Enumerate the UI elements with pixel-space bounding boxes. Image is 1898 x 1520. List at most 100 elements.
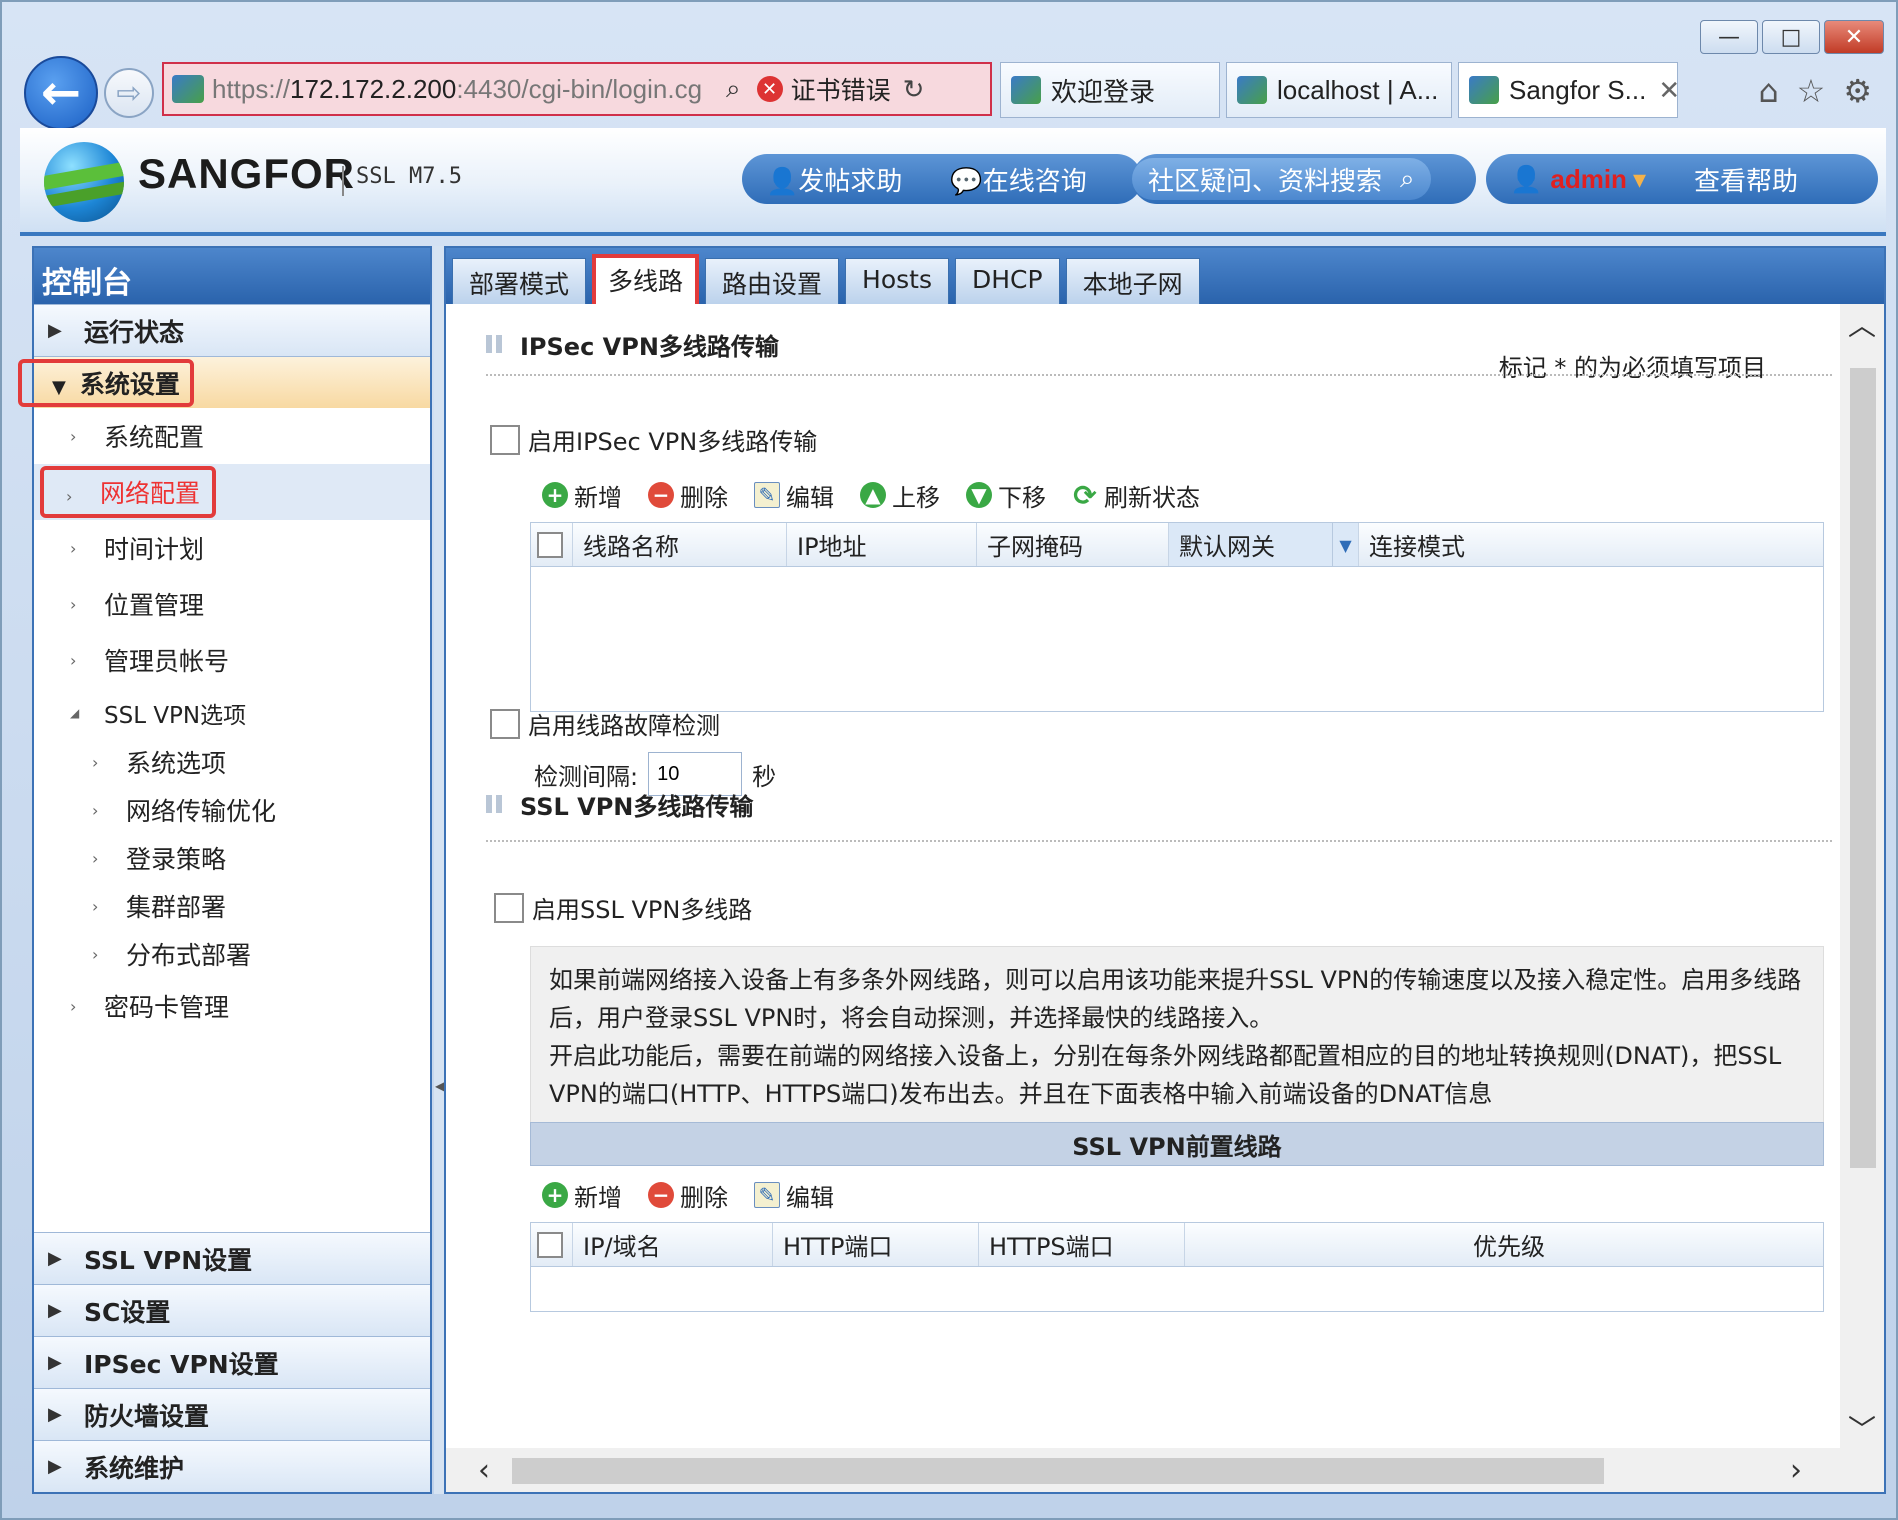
sidebar-item-distributed-deploy[interactable]: › 分布式部署 (34, 930, 430, 978)
horizontal-scrollbar[interactable]: ‹ › (446, 1448, 1884, 1492)
column-header-https-port[interactable]: HTTPS端口 (979, 1223, 1185, 1266)
scroll-thumb[interactable] (512, 1458, 1604, 1484)
browser-tab-localhost[interactable]: localhost | A... (1226, 62, 1452, 118)
search-icon[interactable]: ⌕ (726, 73, 741, 105)
column-menu-dropdown-icon[interactable]: ▼ (1332, 523, 1358, 566)
browser-right-icons: ⌂ ☆ ⚙ (1758, 72, 1872, 110)
ipsec-enable-checkbox[interactable] (490, 424, 520, 455)
move-up-button[interactable]: ▲ 上移 (860, 478, 940, 513)
edit-button[interactable]: ✎ 编辑 (754, 478, 834, 513)
refresh-status-button[interactable]: ⟳ 刷新状态 (1072, 478, 1200, 513)
sidebar-item-time-schedule[interactable]: › 时间计划 (34, 520, 430, 576)
edit-button[interactable]: ✎ 编辑 (754, 1178, 834, 1213)
close-button[interactable]: ✕ (1824, 20, 1884, 54)
tab-label: localhost | A... (1277, 74, 1439, 105)
sidebar-item-password-card[interactable]: › 密码卡管理 (34, 978, 430, 1034)
tab-dhcp[interactable]: DHCP (955, 258, 1060, 304)
config-tabs: 部署模式 多线路 路由设置 Hosts DHCP 本地子网 (446, 248, 1884, 304)
main-panel: 部署模式 多线路 路由设置 Hosts DHCP 本地子网 IPSec VPN多… (444, 246, 1886, 1494)
sidebar-group-system-settings[interactable]: ▼ 系统设置 (18, 356, 430, 408)
column-header-connect-mode[interactable]: 连接模式 (1359, 523, 1823, 566)
chevron-right-icon: ▶ (48, 1404, 62, 1425)
column-header-gateway[interactable]: 默认网关 ▼ (1169, 523, 1359, 566)
address-bar[interactable]: https://172.172.2.200:4430/cgi-bin/login… (162, 62, 992, 116)
scroll-thumb[interactable] (1850, 368, 1876, 1168)
edit-icon: ✎ (754, 1182, 780, 1208)
tab-hosts[interactable]: Hosts (845, 258, 949, 304)
sidebar-group-firewall[interactable]: ▶ 防火墙设置 (34, 1388, 430, 1440)
tab-local-subnet[interactable]: 本地子网 (1065, 258, 1200, 304)
tab-close-icon[interactable]: ✕ (1658, 75, 1677, 106)
settings-gear-icon[interactable]: ⚙ (1843, 72, 1872, 110)
tab-route-settings[interactable]: 路由设置 (705, 258, 840, 304)
scroll-left-icon[interactable]: ‹ (462, 1448, 506, 1492)
delete-button[interactable]: − 删除 (648, 1178, 728, 1213)
column-header-ip-domain[interactable]: IP/域名 (573, 1223, 773, 1266)
add-button[interactable]: + 新增 (542, 1178, 622, 1213)
sidebar-item-net-transfer-opt[interactable]: › 网络传输优化 (34, 786, 430, 834)
chevron-right-icon: › (92, 848, 99, 868)
online-consult-link[interactable]: 💬在线咨询 (926, 161, 1110, 198)
community-search[interactable]: 社区疑问、资料搜索 ⌕ (1132, 158, 1431, 200)
tab-deploy-mode[interactable]: 部署模式 (452, 258, 587, 304)
chevron-right-icon: › (66, 487, 73, 506)
panel-splitter[interactable]: ◀ (434, 246, 447, 1494)
sangfor-logo-icon (44, 142, 124, 222)
sidebar-group-maintenance[interactable]: ▶ 系统维护 (34, 1440, 430, 1492)
favorites-star-icon[interactable]: ☆ (1797, 72, 1826, 110)
scroll-right-icon[interactable]: › (1774, 1448, 1818, 1492)
ssl-multiline-checkbox[interactable] (494, 892, 524, 923)
chevron-right-icon: › (70, 426, 77, 446)
sidebar-group-sc[interactable]: ▶ SC设置 (34, 1284, 430, 1336)
tab-multi-line[interactable]: 多线路 (592, 254, 700, 304)
minimize-button[interactable]: — (1700, 20, 1758, 54)
sidebar-item-cluster-deploy[interactable]: › 集群部署 (34, 882, 430, 930)
sidebar-item-location-mgmt[interactable]: › 位置管理 (34, 576, 430, 632)
sidebar-item-admin-accounts[interactable]: › 管理员帐号 (34, 632, 430, 688)
delete-button[interactable]: − 删除 (648, 478, 728, 513)
chevron-right-icon: ▶ (48, 1456, 62, 1477)
maximize-button[interactable]: □ (1762, 20, 1820, 54)
scroll-up-icon[interactable]: ︿ (1840, 304, 1884, 344)
sidebar-group-run-status[interactable]: ▶ 运行状态 (34, 304, 430, 356)
refresh-icon[interactable]: ↻ (903, 74, 925, 105)
sidebar-item-network-config[interactable]: › 网络配置 (34, 464, 430, 520)
vertical-scrollbar[interactable]: ︿ ﹀ (1840, 304, 1884, 1448)
fault-detect-checkbox[interactable] (490, 708, 520, 739)
sidebar-group-ssl-vpn[interactable]: ▶ SSL VPN设置 (34, 1232, 430, 1284)
sidebar-item-system-options[interactable]: › 系统选项 (34, 738, 430, 786)
back-button[interactable]: ← (24, 56, 98, 130)
frontline-table: IP/域名 HTTP端口 HTTPS端口 优先级 (530, 1222, 1824, 1312)
ipsec-enable-row: 启用IPSec VPN多线路传输 (490, 422, 817, 457)
sidebar-item-ssl-vpn-options[interactable]: ◢ SSL VPN选项 (34, 688, 430, 738)
column-header-line-name[interactable]: 线路名称 (573, 523, 787, 566)
browser-tab-sangfor[interactable]: Sangfor S... ✕ (1458, 62, 1678, 118)
sidebar-group-ipsec-vpn[interactable]: ▶ IPSec VPN设置 (34, 1336, 430, 1388)
ssl-description: 如果前端网络接入设备上有多条外网线路，则可以启用该功能来提升SSL VPN的传输… (530, 946, 1824, 1142)
user-menu[interactable]: 👤 admin ▾ (1486, 164, 1670, 195)
help-post-link[interactable]: 👤发帖求助 (742, 161, 926, 198)
column-header-http-port[interactable]: HTTP端口 (773, 1223, 979, 1266)
search-icon[interactable]: ⌕ (1400, 164, 1415, 195)
sidebar-item-system-config[interactable]: › 系统配置 (34, 408, 430, 464)
add-button[interactable]: + 新增 (542, 478, 622, 513)
column-header-netmask[interactable]: 子网掩码 (977, 523, 1169, 566)
forward-button[interactable]: ⇨ (104, 68, 154, 118)
browser-tab-welcome[interactable]: 欢迎登录 (1000, 62, 1220, 118)
sidebar-item-login-policy[interactable]: › 登录策略 (34, 834, 430, 882)
column-header-ip[interactable]: IP地址 (787, 523, 977, 566)
column-header-priority[interactable]: 优先级 (1185, 1223, 1823, 1266)
move-down-button[interactable]: ▼ 下移 (966, 478, 1046, 513)
minus-icon: − (648, 1182, 674, 1208)
select-all-checkbox[interactable] (537, 531, 563, 558)
view-help-link[interactable]: 查看帮助 (1670, 161, 1822, 198)
url-text[interactable]: https://172.172.2.200:4430/cgi-bin/login… (212, 74, 712, 105)
select-all-checkbox[interactable] (537, 1231, 563, 1258)
header-help-pill: 👤发帖求助 💬在线咨询 (742, 154, 1142, 204)
table-header: 线路名称 IP地址 子网掩码 默认网关 ▼ 连接模式 (531, 523, 1823, 567)
ipsec-line-table: 线路名称 IP地址 子网掩码 默认网关 ▼ 连接模式 (530, 522, 1824, 712)
tab-favicon-icon (1011, 76, 1041, 104)
cert-error-label[interactable]: 证书错误 (791, 71, 891, 107)
home-icon[interactable]: ⌂ (1758, 72, 1778, 110)
scroll-down-icon[interactable]: ﹀ (1840, 1408, 1884, 1448)
